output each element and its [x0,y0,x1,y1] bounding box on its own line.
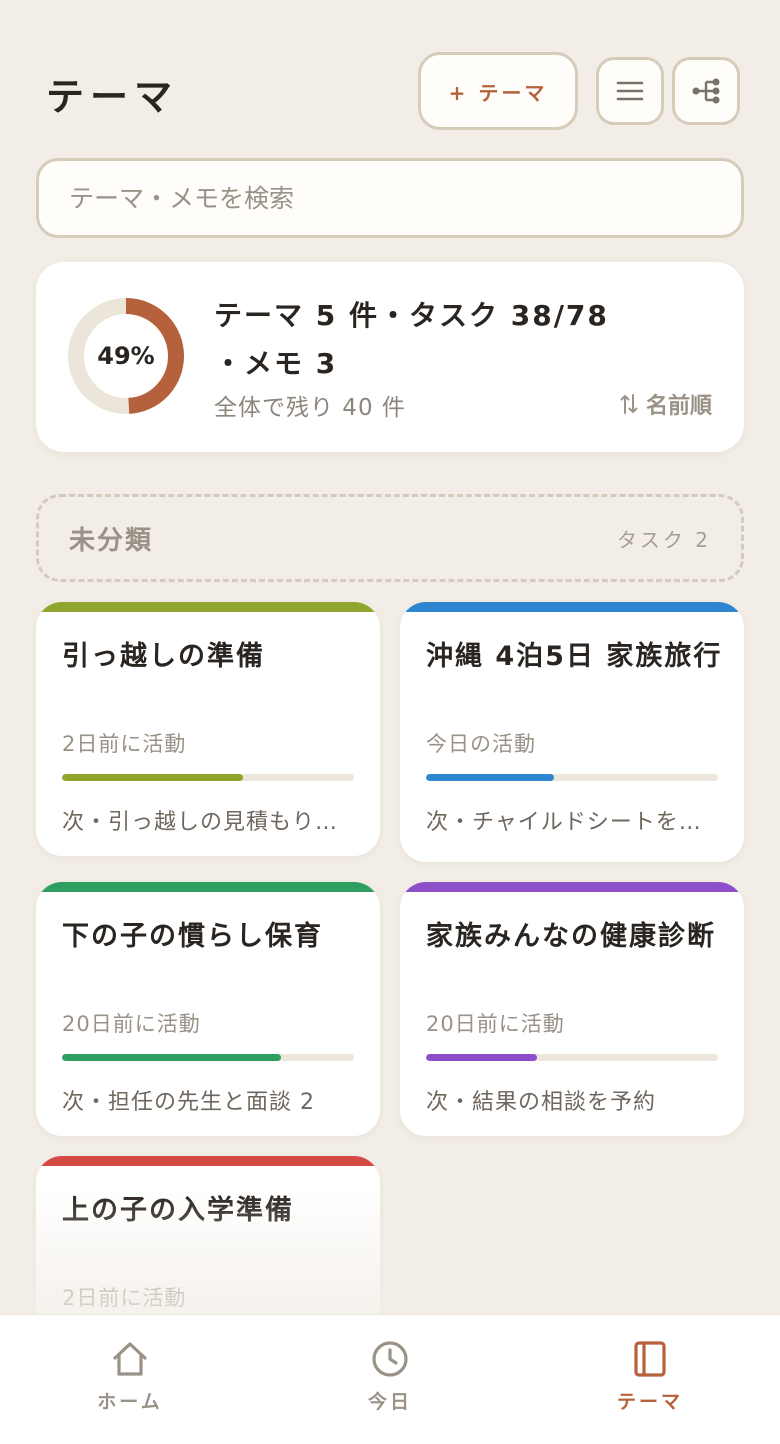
theme-progress-bar [426,774,718,781]
search-input[interactable] [69,183,711,213]
theme-next-task: 次・チャイルドシートを… [426,810,702,835]
theme-activity: 2日前に活動 [62,732,187,756]
theme-title: 家族みんなの健康診断 [426,921,716,952]
tree-view-button[interactable] [672,57,740,125]
page-title: テーマ [46,75,179,119]
theme-progress-bar [62,774,354,781]
theme-title: 沖縄 4泊5日 家族旅行 [426,641,723,672]
theme-card[interactable]: 引っ越しの準備 2日前に活動 次・引っ越しの見積もり… [36,602,380,856]
theme-title: 上の子の入学準備 [62,1195,294,1226]
theme-title: 引っ越しの準備 [62,641,265,672]
theme-progress-bar [62,1054,354,1061]
theme-card[interactable]: 沖縄 4泊5日 家族旅行 今日の活動 次・チャイルドシートを… [400,602,744,862]
theme-next-task: 次・結果の相談を予約 [426,1090,657,1115]
uncategorized-section[interactable]: 未分類 タスク 2 [36,494,744,582]
nav-label-today: 今日 [367,1391,412,1413]
theme-card[interactable]: 家族みんなの健康診断 20日前に活動 次・結果の相談を予約 [400,882,744,1136]
nav-item-home[interactable]: ホーム [0,1315,260,1444]
progress-donut: 49% [66,296,186,416]
nav-item-today[interactable]: 今日 [260,1315,520,1444]
theme-color-bar [400,602,744,612]
summary-remaining: 全体で残り 40 件 [214,395,406,421]
search-box[interactable] [36,158,744,238]
clock-icon [372,1341,408,1377]
sort-label: 名前順 [645,394,712,419]
theme-progress-fill [426,774,555,781]
theme-next-task: 次・担任の先生と面談 2 [62,1090,315,1115]
progress-percent-label: 49% [97,342,155,370]
summary-counts: テーマ 5 件・タスク 38/78 [214,299,609,332]
theme-color-bar [400,882,744,892]
nav-label-themes: テーマ [616,1391,683,1413]
add-theme-button[interactable]: + テーマ [418,52,578,130]
theme-activity: 20日前に活動 [62,1012,201,1036]
tree-icon [692,78,720,104]
home-icon [113,1342,147,1376]
nav-label-home: ホーム [97,1391,163,1413]
nav-item-themes[interactable]: テーマ [520,1315,780,1444]
sort-button[interactable]: 名前順 [620,388,712,420]
summary-card: 49% テーマ 5 件・タスク 38/78 ・メモ 3 全体で残り 40 件 名… [36,262,744,452]
sort-icon [620,394,638,414]
theme-activity: 2日前に活動 [62,1286,187,1310]
theme-progress-fill [62,774,244,781]
theme-next-task: 次・引っ越しの見積もり… [62,810,339,835]
add-theme-label: + テーマ [448,80,548,105]
theme-color-bar [36,602,380,612]
menu-button[interactable] [596,57,664,125]
theme-color-bar [36,882,380,892]
theme-color-bar [36,1156,380,1166]
uncategorized-count: タスク 2 [616,527,711,552]
theme-progress-fill [426,1054,537,1061]
theme-activity: 今日の活動 [426,732,536,756]
summary-memos: ・メモ 3 [214,347,338,380]
hamburger-icon [616,81,644,101]
theme-activity: 20日前に活動 [426,1012,565,1036]
notebook-icon [634,1341,666,1377]
theme-progress-bar [426,1054,718,1061]
uncategorized-title: 未分類 [69,525,154,556]
bottom-nav: ホーム 今日 テーマ [0,1314,780,1444]
theme-card[interactable]: 下の子の慣らし保育 20日前に活動 次・担任の先生と面談 2 [36,882,380,1136]
theme-title: 下の子の慣らし保育 [62,921,323,952]
themes-screen: テーマ + テーマ 49% テーマ 5 件・タスク [0,0,780,1444]
theme-progress-fill [62,1054,281,1061]
